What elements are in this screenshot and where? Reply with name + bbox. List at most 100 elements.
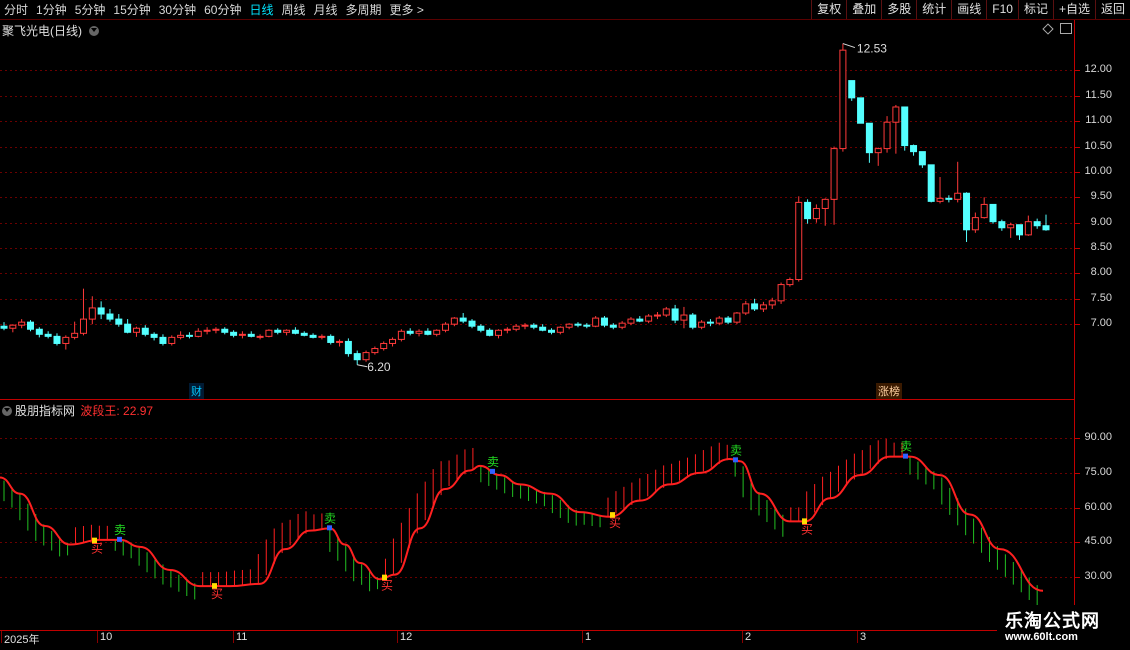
candle-body [9,324,17,329]
indicator-line [0,455,1044,592]
sell-signal: 卖 [900,440,912,454]
candle-body [88,307,96,320]
candle-body [433,329,441,335]
chevron-down-icon[interactable] [89,26,100,36]
candle-body [733,312,741,323]
indicator-name: 波段王: [80,404,120,418]
candle-body [715,317,723,324]
price-tick-label: 9.00 [1090,215,1112,228]
indicator-tick-label: 45.00 [1084,535,1112,548]
candle-body [344,340,352,355]
candle-body [812,207,820,220]
candle-body [927,164,935,202]
date-tick-label: 10 [100,631,113,643]
candle-body [26,321,34,330]
candle-body [203,329,211,332]
candle-body [362,352,370,361]
candle-body [238,333,246,336]
candle-body [989,203,997,223]
candle-body [583,324,591,327]
candle-body [336,340,344,343]
buy-signal: 买 [801,522,813,536]
candle-body [874,148,882,154]
sell-marker [327,525,332,531]
candle-body [1016,224,1024,236]
candle-body [998,221,1006,229]
price-tick-label: 8.00 [1090,266,1112,279]
candle-body [274,329,282,333]
candle-body [53,335,61,344]
candle-body [892,106,900,123]
price-tick-label: 11.50 [1085,88,1112,101]
period-label: (日线) [50,24,83,38]
watermark-title: 乐淘公式网 [1005,611,1100,631]
buy-signal: 买 [381,579,393,593]
date-tick-mark [97,631,98,643]
chart-canvas[interactable]: 12.536.20卖卖卖卖 卖买买买买买 [0,0,1130,650]
candle-body [768,300,776,306]
candle-body [1033,221,1041,227]
candle-body [168,336,176,344]
low-marker-line [357,364,368,368]
date-tick-label: 1 [585,631,592,643]
watermark: 乐淘公式网 www.60lt.com [997,605,1130,650]
candle-body [848,80,856,99]
candle-body [592,317,600,327]
stock-name: 聚飞光电 [2,24,51,38]
finance-badge[interactable]: 财 [189,383,204,399]
candle-body [62,336,70,344]
date-tick-label: 3 [860,631,867,643]
candle-body [71,332,79,338]
candle-body [380,342,388,350]
candle-body [830,148,838,200]
candle-body [539,326,547,331]
rank-badge[interactable]: 涨榜 [876,383,902,399]
date-tick-label: 11 [236,631,248,643]
date-tick-mark [857,631,858,643]
candle-body [318,335,326,338]
watermark-url: www.60lt.com [1005,631,1078,643]
candle-body [406,330,414,334]
candle-body [653,314,661,317]
candle-body [662,308,670,316]
indicator-tick-label: 75.00 [1084,465,1112,478]
chevron-down-icon[interactable] [2,406,12,416]
candle-body [786,279,794,286]
date-tick-label: 12 [400,631,413,643]
high-marker-line [842,43,856,49]
price-tick-label: 10.00 [1084,164,1112,177]
candle-body [742,303,750,314]
sell-marker [903,453,908,459]
candle-body [353,353,361,361]
candle-body [680,314,688,321]
price-tick-label: 8.50 [1090,241,1112,254]
date-tick-mark [1,631,2,643]
candle-body [512,325,520,330]
sell-signal: 卖 [114,523,126,537]
sell-signal: 卖 [487,455,499,469]
candle-body [371,348,379,354]
candle-body [857,97,865,124]
candle-body [132,327,140,333]
candle-body [97,307,105,315]
sell-signal: 卖 [730,443,742,457]
date-tick-mark [582,631,583,643]
candle-body [751,303,759,310]
candle-body [936,197,944,202]
sell-marker [490,468,495,474]
price-tick-label: 7.50 [1090,291,1112,304]
candle-body [79,318,87,334]
candle-body [706,321,714,324]
panel-toggle-icon[interactable] [1060,23,1072,34]
candle-body [777,284,785,302]
candle-body [115,318,123,325]
candle-body [910,145,918,153]
candle-body [291,329,299,334]
candle-body [124,323,132,333]
date-tick-label: 2025年 [4,634,40,646]
candle-body [459,317,467,322]
candle-body [609,324,617,328]
candle-body [759,304,767,310]
candle-body [389,338,397,344]
candle-body [424,330,432,335]
